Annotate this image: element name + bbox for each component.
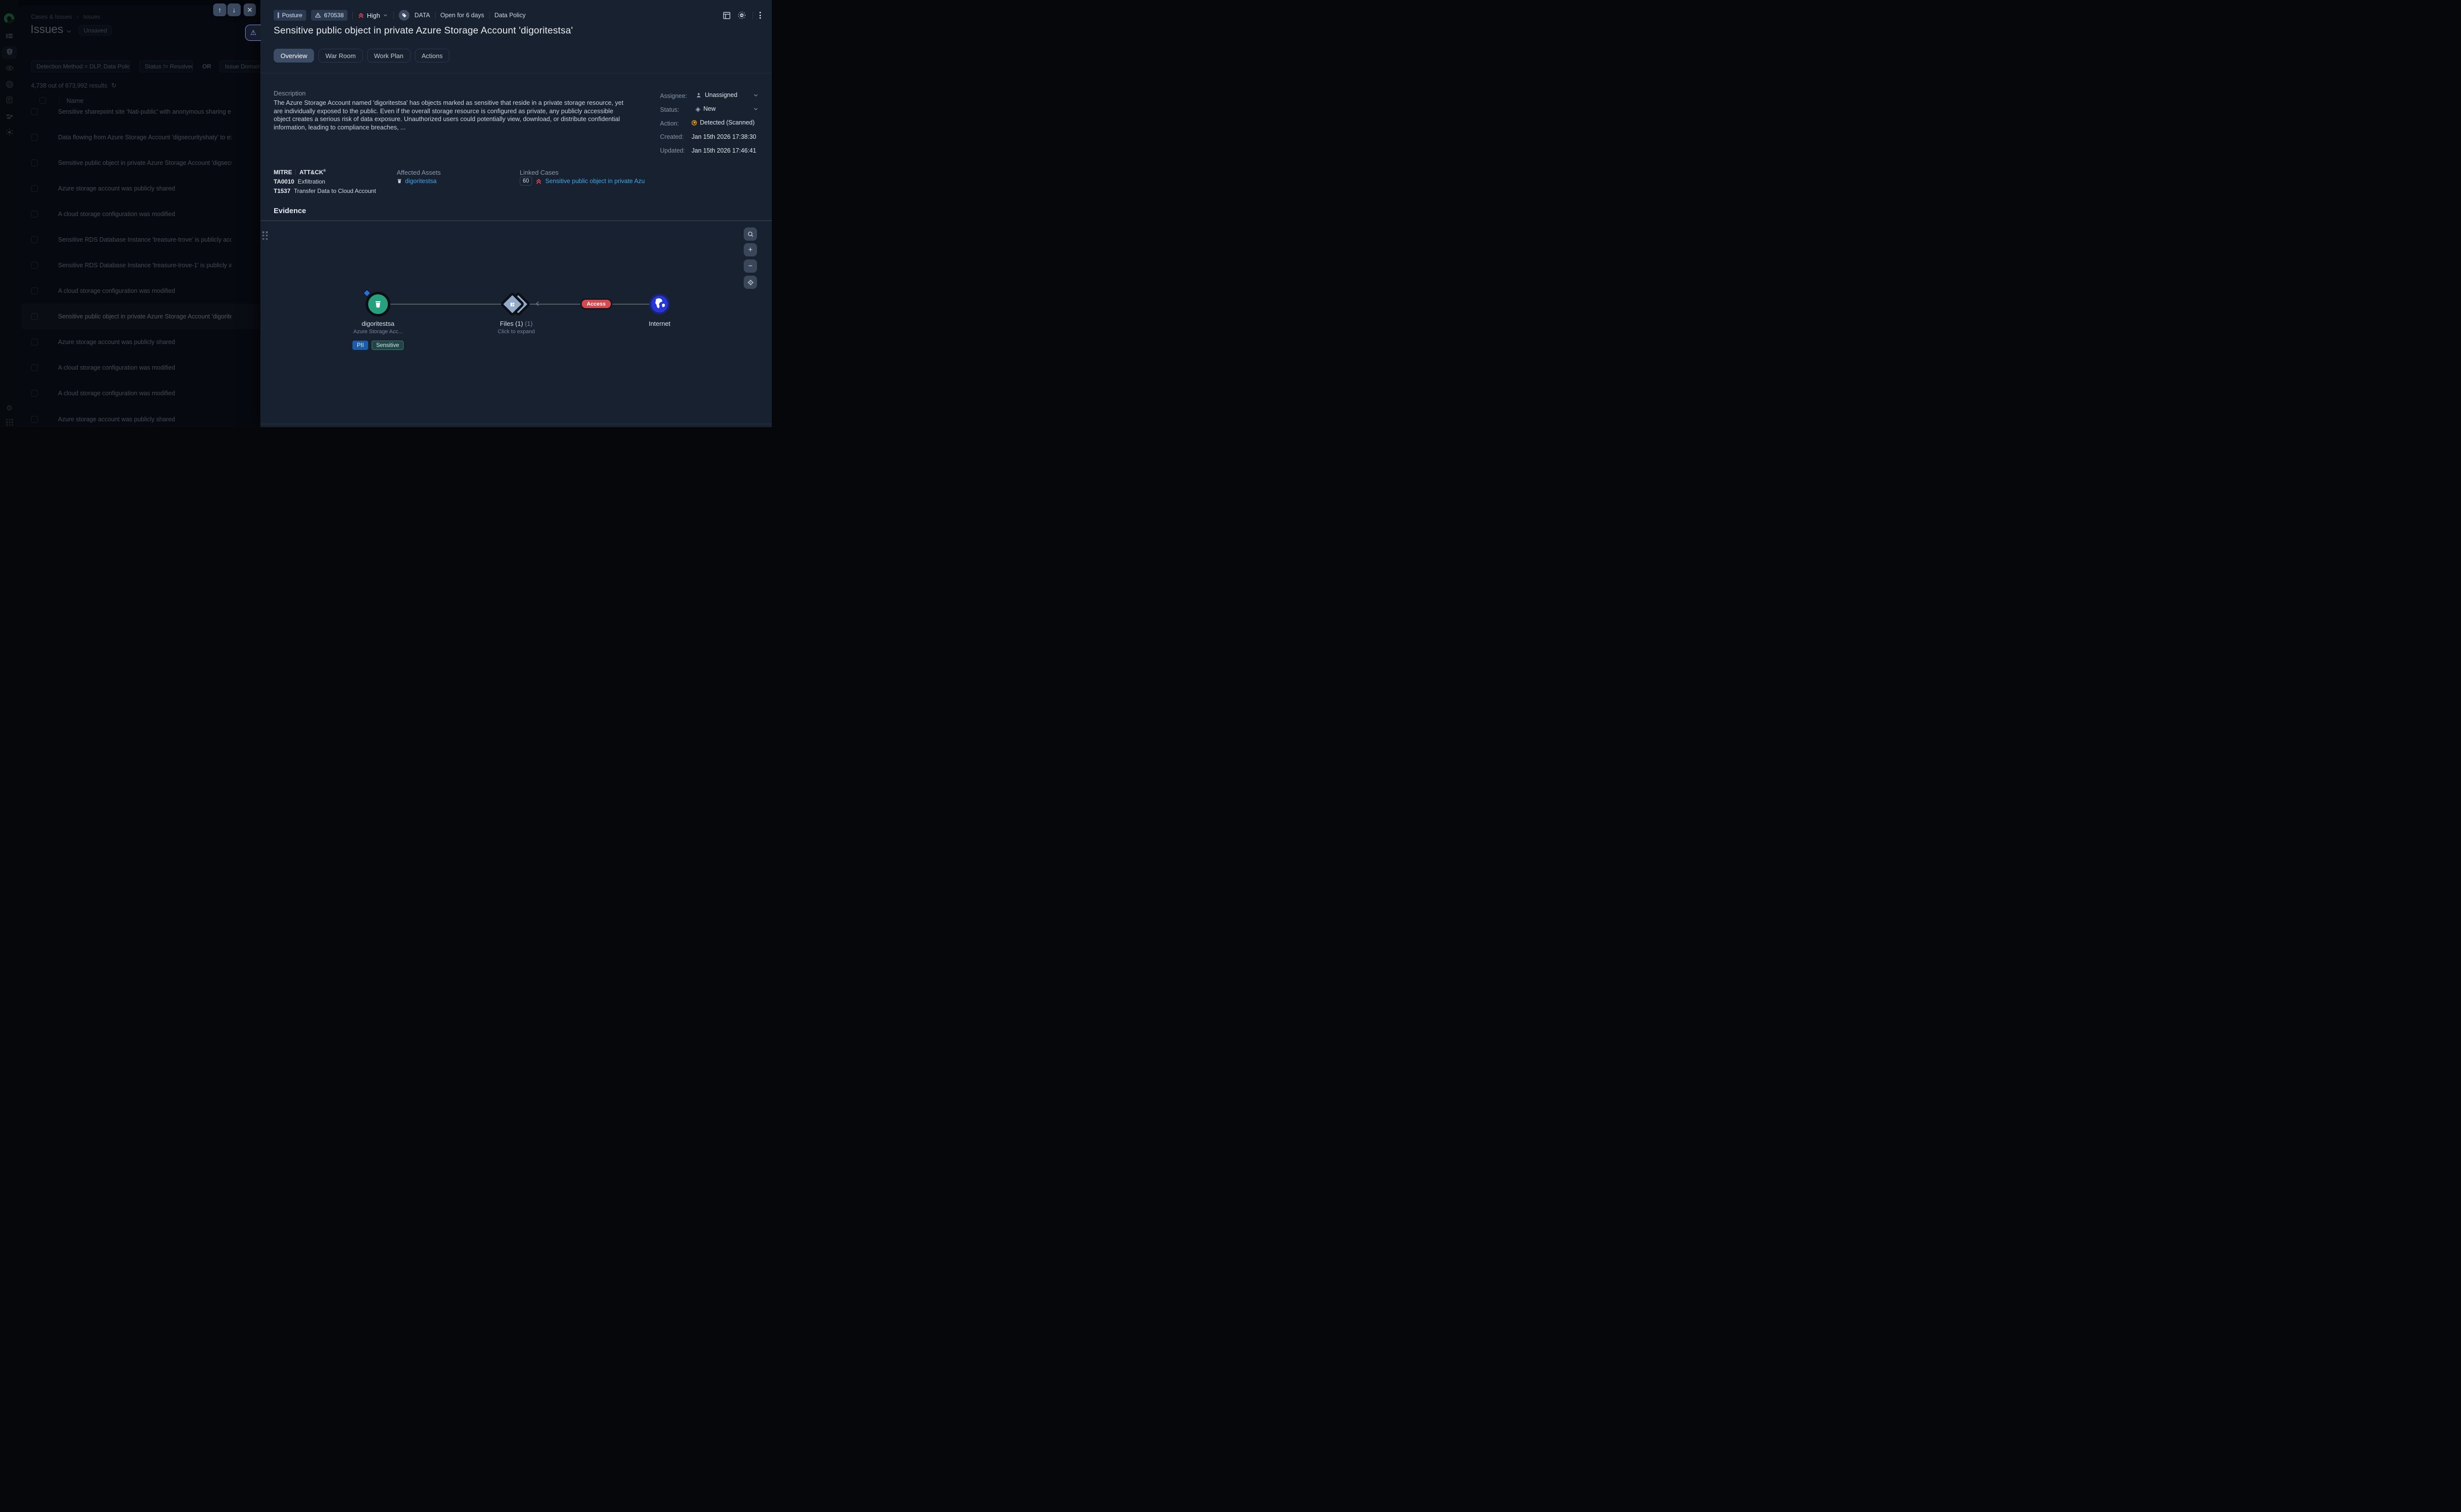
description-heading: Description [274,90,306,97]
storage-node-type: Azure Storage Acc... [336,329,420,335]
issue-title: Sensitive public object in private Azure… [274,25,573,36]
divider [489,12,490,19]
tag-icon [399,10,410,21]
storage-node-label: digoritestsa Azure Storage Acc... PII Se… [336,320,420,350]
severity-high-icon [358,12,364,19]
detected-status-icon [692,120,697,126]
tab-bar: Overview War Room Work Plan Actions [274,49,454,63]
mitre-technique: T1537Transfer Data to Cloud Account [274,188,376,194]
pii-badge: PII [352,341,368,350]
issue-id-badge[interactable]: 670538 [311,10,347,21]
severity-label: High [367,12,380,19]
drawer-toolbar [723,11,761,20]
product-badge: Posture [274,10,306,21]
more-options-icon[interactable] [759,12,761,19]
tab-war-room[interactable]: War Room [318,49,363,63]
scan-focus-icon[interactable] [737,11,746,20]
affected-asset-link[interactable]: digoritestsa [405,178,437,185]
alert-triangle-icon [315,12,321,18]
severity-dropdown[interactable]: High [358,12,388,19]
app-root: Cases & Issues › Issues Issues Unsaved D… [0,0,772,427]
mitre-attack-header: MITRE ATT&CK® [274,169,326,176]
access-edge-label: Access [580,298,612,310]
severity-chevron-icon [382,12,388,18]
person-icon [695,92,702,98]
open-duration: Open for 6 days [441,12,484,19]
tag-label: DATA [414,12,430,19]
issue-detail-drawer: ⚠ Posture 670538 High [260,0,772,427]
evidence-top-divider [260,220,772,221]
previous-issue-button[interactable]: ↑ [213,3,226,16]
bucket-icon [374,299,382,309]
divider [352,12,353,19]
modal-dim-overlay [0,0,260,427]
updated-value: Jan 15th 2026 17:46:41 [692,147,756,154]
policy-label: Data Policy [495,12,526,19]
storage-account-node[interactable] [366,292,390,316]
internet-node[interactable] [649,294,670,315]
files-node[interactable] [503,290,530,318]
affected-assets-heading: Affected Assets [397,169,441,176]
warning-triangle-icon: ⚠ [250,29,256,37]
internet-node-label: Internet [618,320,701,327]
description-text: The Azure Storage Account named 'digorit… [274,99,628,131]
warning-side-tab[interactable]: ⚠ [245,25,261,41]
files-node-label: Files (1) (1) Click to expand [474,320,558,335]
tab-overview[interactable]: Overview [274,49,314,63]
drawer-resize-handle[interactable] [262,231,268,240]
graph-search-button[interactable] [744,227,757,241]
updated-label: Updated: [660,147,685,154]
assignee-value[interactable]: Unassigned [695,92,737,98]
action-label: Action: [660,120,679,127]
linked-case-row: 60 Sensitive public object in private Az… [520,177,645,186]
posture-pillar-icon [278,12,279,18]
status-label: Status: [660,106,679,113]
status-chevron-icon[interactable] [753,106,759,112]
assignee-label: Assignee: [660,93,687,99]
globe-icon [652,297,667,312]
graph-zoom-out-button[interactable]: − [744,259,757,273]
internet-node-name[interactable]: Internet [618,320,701,327]
edge-storage-files [390,304,504,305]
layout-panel-icon[interactable] [723,11,731,20]
data-class-diamond-badge [363,289,371,297]
linked-case-link[interactable]: Sensitive public object in private Azu [545,178,645,185]
issue-header-meta: Posture 670538 High [274,10,526,21]
status-value[interactable]: ◈ New [695,105,716,112]
edge-arrow-left-icon [534,300,542,308]
status-diamond-icon: ◈ [695,106,700,112]
linked-case-count-badge: 60 [520,177,532,186]
graph-zoom-in-button[interactable]: + [744,243,757,256]
graph-center-button[interactable] [744,276,757,289]
evidence-heading: Evidence [274,207,306,215]
bucket-icon [397,178,402,184]
action-value: Detected (Scanned) [692,119,755,126]
case-severity-high-icon [536,178,542,185]
close-drawer-button[interactable]: ✕ [244,3,256,16]
tab-work-plan[interactable]: Work Plan [367,49,410,63]
next-issue-button[interactable]: ↓ [227,3,241,16]
files-node-extra: (1) [525,320,533,327]
mitre-tactic: TA0010Exfiltration [274,178,325,185]
divider [435,12,436,19]
created-label: Created: [660,133,684,140]
files-node-name[interactable]: Files (1) [500,320,523,327]
tab-actions[interactable]: Actions [415,49,450,63]
divider [393,12,394,19]
linked-cases-heading: Linked Cases [520,169,559,176]
files-node-hint: Click to expand [474,329,558,335]
assignee-chevron-icon[interactable] [753,92,759,98]
affected-asset-row: digoritestsa [397,178,437,185]
sensitive-badge: Sensitive [372,341,404,350]
storage-node-name[interactable]: digoritestsa [336,320,420,327]
file-icon [509,301,516,308]
created-value: Jan 15th 2026 17:38:30 [692,133,756,140]
